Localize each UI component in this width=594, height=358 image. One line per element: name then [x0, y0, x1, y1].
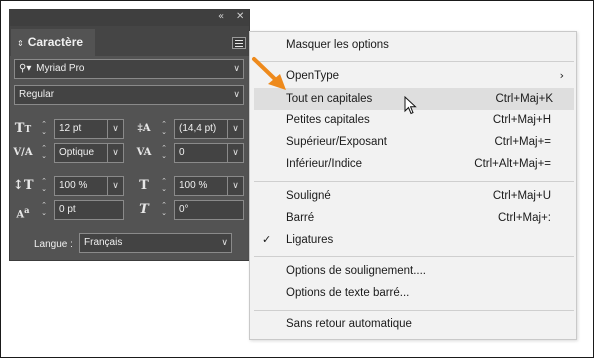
chevron-down-icon[interactable]: ∨ [107, 144, 123, 162]
menu-item-shortcut: Ctrl+Maj+H [492, 114, 551, 126]
baseline-shift-stepper[interactable]: ⌃ ⌄ [38, 201, 50, 221]
tab-caractere[interactable]: ⇕ Caractère [11, 29, 95, 56]
menu-item-label: Tout en capitales [286, 93, 373, 105]
font-size-icon: TT [14, 121, 32, 136]
language-label: Langue : [34, 239, 73, 250]
menu-item-ligatures[interactable]: ✓ Ligatures [250, 229, 576, 251]
search-icon: ⚲▾ [19, 63, 32, 74]
menu-item-options-texte-barre[interactable]: Options de texte barré... [250, 282, 576, 304]
font-size-input[interactable]: 12 pt ∨ [54, 119, 124, 139]
menu-item-shortcut: Ctrl+Maj+= [494, 136, 551, 148]
leading-stepper[interactable]: ⌃ ⌄ [158, 120, 170, 140]
panel-tab-bar: ⇕ Caractère [10, 26, 249, 56]
tracking-input[interactable]: 0 ∨ [174, 143, 244, 163]
menu-item-label: Sans retour automatique [286, 318, 412, 330]
language-value: Français [84, 237, 123, 248]
skew-input[interactable]: 0° [174, 200, 244, 220]
menu-item-shortcut: Ctrl+Maj+: [497, 212, 551, 224]
kerning-icon: V/A [13, 147, 33, 158]
leading-icon: ‡A [137, 123, 151, 134]
horizontal-scale-stepper[interactable]: ⌃ ⌄ [158, 177, 170, 197]
tab-caractere-label: Caractère [27, 35, 84, 49]
baseline-shift-icon: Aa [16, 205, 30, 221]
kerning-input[interactable]: Optique ∨ [54, 143, 124, 163]
kerning-stepper[interactable]: ⌃ ⌄ [38, 144, 50, 164]
font-style-field[interactable]: Regular ∨ [14, 85, 244, 105]
check-icon: ✓ [262, 233, 272, 246]
vertical-scale-icon: ↕T [13, 178, 34, 193]
font-family-field[interactable]: ⚲▾ Myriad Pro ∨ [14, 59, 244, 79]
menu-separator [254, 310, 574, 311]
menu-separator [254, 61, 574, 62]
chevron-down-icon[interactable]: ∨ [221, 234, 228, 252]
horizontal-scale-icon: T [139, 178, 149, 193]
chevron-right-icon: › [559, 69, 564, 82]
menu-item-label: Ligatures [286, 234, 334, 246]
menu-item-label: Options de soulignement.... [286, 265, 426, 277]
menu-item-options-soulignement[interactable]: Options de soulignement.... [250, 260, 576, 282]
menu-item-label: Masquer les options [286, 39, 389, 51]
menu-item-shortcut: Ctrl+Alt+Maj+= [474, 158, 551, 170]
menu-item-label: Barré [286, 212, 315, 224]
double-chevron-icon[interactable]: « [218, 11, 224, 22]
menu-item-inferieur-indice[interactable]: Inférieur/Indice Ctrl+Alt+Maj+= [250, 153, 576, 175]
tracking-icon: VA [136, 147, 152, 158]
horizontal-scale-value: 100 % [179, 180, 208, 191]
menu-item-label: Souligné [286, 190, 331, 202]
menu-item-barre[interactable]: Barré Ctrl+Maj+: [250, 207, 576, 229]
panel-titlebar[interactable]: « ✕ [10, 10, 249, 26]
menu-item-label: Petites capitales [286, 114, 370, 126]
chevron-down-icon[interactable]: ∨ [233, 86, 240, 104]
panel-menu-button[interactable] [232, 37, 246, 49]
chevron-down-icon[interactable]: ∨ [227, 120, 243, 138]
menu-separator [254, 256, 574, 257]
chevron-down-icon[interactable]: ∨ [107, 177, 123, 195]
menu-item-superieur-exposant[interactable]: Supérieur/Exposant Ctrl+Maj+= [250, 131, 576, 153]
baseline-shift-input[interactable]: 0 pt [54, 200, 124, 220]
leading-input[interactable]: (14,4 pt) ∨ [174, 119, 244, 139]
menu-item-label: Inférieur/Indice [286, 158, 363, 170]
font-family-value: Myriad Pro [36, 63, 85, 74]
mouse-cursor-icon [404, 96, 417, 115]
font-size-stepper[interactable]: ⌃ ⌄ [38, 120, 50, 140]
menu-separator [254, 181, 574, 182]
font-style-value: Regular [19, 89, 55, 100]
skew-icon: T [139, 202, 149, 217]
menu-item-label: Options de texte barré... [286, 287, 410, 299]
vertical-scale-input[interactable]: 100 % ∨ [54, 176, 124, 196]
skew-value: 0° [179, 204, 189, 215]
menu-item-shortcut: Ctrl+Maj+U [492, 190, 551, 202]
vertical-scale-stepper[interactable]: ⌃ ⌄ [38, 177, 50, 197]
menu-item-label: OpenType [286, 70, 340, 82]
updown-icon: ⇕ [17, 39, 24, 48]
language-select[interactable]: Français ∨ [79, 233, 232, 253]
menu-item-souligne[interactable]: Souligné Ctrl+Maj+U [250, 185, 576, 207]
kerning-value: Optique [59, 147, 95, 158]
panel-flyout-menu: Masquer les options OpenType › Tout en c… [249, 31, 577, 340]
chevron-down-icon[interactable]: ∨ [233, 60, 240, 78]
skew-stepper[interactable]: ⌃ ⌄ [158, 201, 170, 221]
baseline-shift-value: 0 pt [59, 204, 76, 215]
leading-value: (14,4 pt) [179, 123, 217, 134]
chevron-down-icon[interactable]: ∨ [107, 120, 123, 138]
orange-arrow-icon [252, 57, 286, 90]
close-icon[interactable]: ✕ [236, 11, 244, 22]
vertical-scale-value: 100 % [59, 180, 88, 191]
menu-item-shortcut: Ctrl+Maj+K [495, 93, 553, 105]
chevron-down-icon[interactable]: ∨ [227, 177, 243, 195]
menu-item-masquer-options[interactable]: Masquer les options [250, 34, 576, 56]
menu-item-label: Supérieur/Exposant [286, 136, 388, 148]
character-panel: « ✕ ⇕ Caractère ⚲▾ Myriad Pro ∨ Regular ∨… [9, 9, 250, 261]
menu-item-opentype[interactable]: OpenType › [250, 65, 576, 87]
menu-item-sans-retour-automatique[interactable]: Sans retour automatique [250, 313, 576, 335]
chevron-down-icon[interactable]: ∨ [227, 144, 243, 162]
horizontal-scale-input[interactable]: 100 % ∨ [174, 176, 244, 196]
tracking-value: 0 [179, 147, 185, 158]
font-size-value: 12 pt [59, 123, 82, 134]
tracking-stepper[interactable]: ⌃ ⌄ [158, 144, 170, 164]
